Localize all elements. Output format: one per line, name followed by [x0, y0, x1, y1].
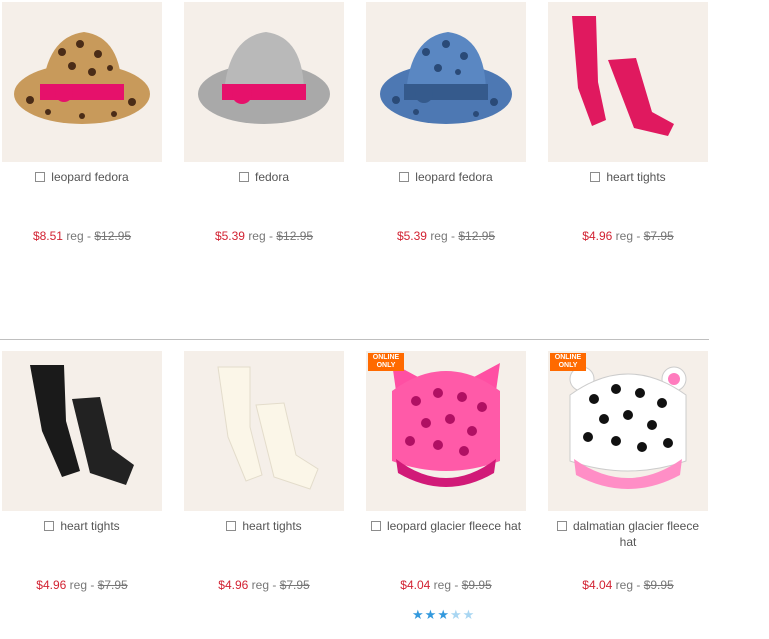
product-price: $4.04 reg - $9.95: [366, 578, 526, 592]
product-name: leopard fedora: [366, 169, 526, 185]
compare-checkbox[interactable]: [590, 172, 601, 182]
regular-price: $9.95: [643, 578, 674, 592]
product-image[interactable]: [548, 2, 708, 162]
sale-price: $4.04: [400, 578, 431, 592]
online-only-badge: ONLINE ONLY: [368, 353, 404, 371]
star-icon: ★: [462, 607, 475, 622]
row-divider: [0, 339, 709, 340]
product-image[interactable]: ONLINE ONLY: [366, 351, 526, 511]
product-card[interactable]: fedora: [184, 2, 344, 185]
reg-label: reg -: [251, 578, 277, 592]
product-image[interactable]: [184, 351, 344, 511]
product-name: leopard glacier fleece hat: [366, 518, 526, 534]
sale-price: $5.39: [214, 229, 245, 243]
product-price: $4.04 reg - $9.95: [548, 578, 708, 592]
product-price: $4.96 reg - $7.95: [548, 229, 708, 243]
product-name: heart tights: [2, 518, 162, 534]
product-price: $4.96 reg - $7.95: [2, 578, 162, 592]
regular-price: $7.95: [279, 578, 310, 592]
product-name: fedora: [184, 169, 344, 185]
reg-label: reg -: [69, 578, 95, 592]
product-card[interactable]: heart tights: [184, 351, 344, 534]
regular-price: $9.95: [461, 578, 492, 592]
product-price: $5.39 reg - $12.95: [184, 229, 344, 243]
regular-price: $7.95: [643, 229, 674, 243]
product-card[interactable]: heart tights: [548, 2, 708, 185]
sale-price: $4.96: [36, 578, 67, 592]
compare-checkbox[interactable]: [399, 172, 410, 182]
sale-price: $4.96: [582, 229, 613, 243]
rating-stars[interactable]: ★★★★★: [412, 606, 475, 622]
product-image[interactable]: [2, 2, 162, 162]
product-price: $4.96 reg - $7.95: [184, 578, 344, 592]
product-name: heart tights: [548, 169, 708, 185]
regular-price: $12.95: [276, 229, 314, 243]
product-image[interactable]: [366, 2, 526, 162]
compare-checkbox[interactable]: [370, 521, 381, 531]
product-price: $5.39 reg - $12.95: [366, 229, 526, 243]
product-image[interactable]: [184, 2, 344, 162]
online-only-badge: ONLINE ONLY: [550, 353, 586, 371]
sale-price: $8.51: [32, 229, 63, 243]
product-card[interactable]: heart tights: [2, 351, 162, 534]
compare-checkbox[interactable]: [44, 521, 55, 531]
compare-checkbox[interactable]: [35, 172, 46, 182]
product-name: leopard fedora: [2, 169, 162, 185]
reg-label: reg -: [615, 229, 641, 243]
product-card[interactable]: ONLINE ONLY dalmatian glacier fleece hat: [548, 351, 708, 550]
sale-price: $4.96: [218, 578, 249, 592]
star-icon: ★: [424, 607, 437, 622]
product-price: $8.51 reg - $12.95: [2, 229, 162, 243]
reg-label: reg -: [433, 578, 459, 592]
star-icon: ★: [449, 607, 462, 622]
compare-checkbox[interactable]: [226, 521, 237, 531]
reg-label: reg -: [66, 229, 91, 243]
star-icon: ★: [412, 607, 424, 622]
product-name: dalmatian glacier fleece hat: [548, 518, 708, 550]
sale-price: $4.04: [582, 578, 613, 592]
reg-label: reg -: [430, 229, 455, 243]
sale-price: $5.39: [396, 229, 427, 243]
reg-label: reg -: [615, 578, 641, 592]
reg-label: reg -: [248, 229, 273, 243]
regular-price: $12.95: [458, 229, 496, 243]
compare-checkbox[interactable]: [238, 172, 249, 182]
product-card[interactable]: leopard fedora: [2, 2, 162, 185]
regular-price: $7.95: [97, 578, 128, 592]
compare-checkbox[interactable]: [556, 521, 567, 531]
product-image[interactable]: ONLINE ONLY: [548, 351, 708, 511]
product-card[interactable]: leopard fedora: [366, 2, 526, 185]
product-card[interactable]: ONLINE ONLY leopard glacier fleece hat: [366, 351, 526, 534]
star-icon: ★: [437, 607, 449, 622]
product-name: heart tights: [184, 518, 344, 534]
product-image[interactable]: [2, 351, 162, 511]
regular-price: $12.95: [94, 229, 132, 243]
